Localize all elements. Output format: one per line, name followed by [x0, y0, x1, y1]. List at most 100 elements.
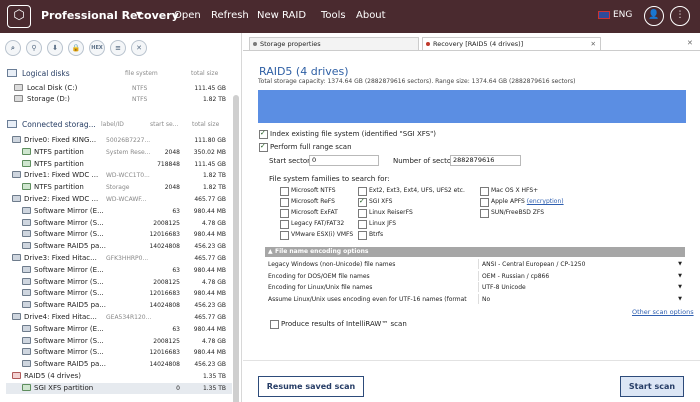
storage-row[interactable]: Software Mirror (S... 12016683 980.44 MB [6, 229, 232, 240]
start-sector: 14024808 [149, 302, 180, 310]
partition-icon [22, 183, 31, 191]
total-size: 980.44 MB [193, 266, 226, 274]
storage-row[interactable]: Software RAID5 pa... 14024808 456.23 GB [6, 359, 232, 370]
storage-row[interactable]: Software Mirror (S... 12016683 980.44 MB [6, 347, 232, 358]
total-size: 980.44 MB [193, 231, 226, 239]
storage-row[interactable]: NTFS partition System Rese... 2048 350.02 M… [6, 147, 232, 158]
start-sector: 2008125 [153, 219, 180, 227]
full-range-scan-checkbox[interactable]: Perform full range scan [259, 142, 352, 152]
language-selector[interactable]: ENG [598, 10, 632, 20]
total-size: 111.80 GB [194, 137, 226, 144]
storage-id: System Rese... [106, 148, 151, 156]
logical-disk-row[interactable]: Storage (D:) NTFS 1.82 TB [6, 94, 232, 105]
list-icon[interactable]: ≡ [110, 40, 126, 56]
scan-icon[interactable]: ⌕ [5, 40, 21, 56]
encoding-select[interactable]: No ▼ [478, 293, 685, 304]
fs-family-checkbox[interactable]: Microsoft ExFAT [280, 209, 338, 218]
encoding-options-header[interactable]: ▲ File name encoding options [265, 247, 685, 257]
storage-row[interactable]: NTFS partition 718848 111.45 GB [6, 159, 232, 170]
storage-row[interactable]: Software Mirror (E... 63 980.44 MB [6, 265, 232, 276]
encoding-select[interactable]: UTF-8 Unicode ▼ [478, 282, 685, 292]
fs-family-checkbox[interactable]: Microsoft NTFS [280, 187, 336, 196]
fs-family-label: Btrfs [369, 231, 384, 238]
storage-row[interactable]: Software Mirror (S... 12016683 980.44 MB [6, 288, 232, 299]
total-size: 1.35 TB [202, 373, 226, 380]
index-file-system-checkbox[interactable]: Index existing file system (identified "… [259, 129, 436, 139]
storage-row[interactable]: Software Mirror (E... 63 980.44 MB [6, 206, 232, 217]
number-of-sectors-input[interactable]: 2882879616 [450, 155, 521, 166]
storage-name: Software Mirror (E... [34, 324, 104, 333]
connected-storage-title: Connected storag... [22, 120, 96, 129]
storage-row[interactable]: Drive1: Fixed WDC ... WD-WCC1T0... 1.82 TB [6, 170, 232, 181]
total-size: 1.82 TB [202, 172, 226, 180]
encoding-option-label: Encoding for Linux/Unix file names [268, 284, 373, 291]
encoding-select[interactable]: ANSI - Central European / CP-1250 ▼ [478, 259, 685, 269]
mirror-icon [22, 218, 31, 226]
mirror-icon [22, 348, 31, 356]
mirror-icon [22, 289, 31, 297]
storage-row[interactable]: Drive2: Fixed WDC ... WD-WCAWF... 465.77 G… [6, 194, 232, 205]
tree-scrollbar[interactable] [233, 95, 239, 402]
menu-new-raid[interactable]: New RAID [257, 10, 306, 21]
menu-refresh[interactable]: Refresh [211, 10, 249, 21]
resume-saved-scan-button[interactable]: Resume saved scan [258, 376, 364, 397]
flag-icon [598, 10, 610, 19]
search-icon[interactable]: ⚲ [26, 40, 42, 56]
fs-family-checkbox[interactable]: Apple APFS (encryption) [480, 198, 564, 207]
storage-row[interactable]: Software RAID5 pa... 14024808 456.23 GB [6, 300, 232, 311]
storage-row[interactable]: Drive0: Fixed KING... 50026B7227... 111.80… [6, 135, 232, 146]
encoding-select[interactable]: OEM - Russian / cp866 ▼ [478, 270, 685, 281]
storage-row[interactable]: Software Mirror (E... 63 980.44 MB [6, 324, 232, 335]
storage-row[interactable]: Software Mirror (S... 2008125 4.78 GB [6, 218, 232, 229]
storage-row[interactable]: Software RAID5 pa... 14024808 456.23 GB [6, 241, 232, 252]
encryption-link[interactable]: (encryption) [527, 198, 564, 205]
hex-icon[interactable]: HEX [89, 40, 105, 56]
storage-row[interactable]: Software Mirror (S... 2008125 4.78 GB [6, 277, 232, 288]
fs-family-checkbox[interactable]: Ext2, Ext3, Ext4, UFS, UFS2 etc. [358, 187, 465, 196]
storage-row[interactable]: SGI XFS partition 0 1.35 TB [6, 382, 232, 394]
storage-row[interactable]: NTFS partition Storage 2048 1.82 TB [6, 182, 232, 193]
tab-storage-properties[interactable]: Storage properties [249, 37, 419, 50]
tab-recovery[interactable]: Recovery [RAID5 (4 drives)] ✕ [422, 37, 601, 50]
user-icon[interactable]: 👤 [644, 6, 664, 26]
storage-row[interactable]: RAID5 (4 drives) 1.35 TB [6, 371, 232, 382]
start-sector-input[interactable]: 0 [309, 155, 379, 166]
logical-disk-row[interactable]: Local Disk (C:) NTFS 111.45 GB [6, 83, 232, 94]
total-size: 980.44 MB [193, 207, 226, 215]
storage-row[interactable]: Drive4: Fixed Hitac... GEA534R120... 465.7… [6, 312, 232, 323]
fs-family-checkbox[interactable]: Legacy FAT/FAT32 [280, 220, 344, 229]
close-icon[interactable]: ✕ [687, 39, 693, 47]
storage-row[interactable]: Drive3: Fixed Hitac... GFK3HHRP0... 465.77… [6, 253, 232, 264]
storage-row[interactable]: Software Mirror (S... 2008125 4.78 GB [6, 336, 232, 347]
fs-family-checkbox[interactable]: SUN/FreeBSD ZFS [480, 209, 544, 218]
menu-open[interactable]: Open [174, 10, 201, 21]
families-label: File system families to search for: [269, 174, 390, 183]
mirror-icon [22, 242, 31, 250]
storage-name: Drive4: Fixed Hitac... [24, 313, 97, 321]
menu-tools[interactable]: Tools [321, 10, 346, 21]
more-icon[interactable]: ⋮ [670, 6, 690, 26]
encoding-value: No [482, 295, 491, 303]
fs-family-checkbox[interactable]: Linux ReiserFS [358, 209, 413, 218]
intelliraw-checkbox[interactable]: Produce results of IntelliRAW™ scan [270, 320, 407, 329]
close-tab-icon[interactable]: ✕ [591, 38, 596, 50]
other-scan-options-link[interactable]: Other scan options [632, 308, 694, 316]
fs-family-checkbox[interactable]: Microsoft ReFS [280, 198, 335, 207]
fs-family-checkbox[interactable]: Mac OS X HFS+ [480, 187, 538, 196]
app-menu-caret[interactable]: ▼ [136, 10, 142, 19]
fs-family-checkbox[interactable]: Btrfs [358, 231, 384, 240]
fs-family-checkbox[interactable]: VMware ESX(i) VMFS [280, 231, 353, 240]
raid-icon [12, 372, 21, 379]
save-icon[interactable]: ⬇ [47, 40, 63, 56]
total-size: 1.82 TB [202, 184, 226, 192]
total-size: 4.78 GB [201, 278, 226, 286]
fs-family-checkbox[interactable]: SGI XFS [358, 197, 392, 207]
fs-family-checkbox[interactable]: Linux JFS [358, 220, 396, 229]
menu-about[interactable]: About [356, 10, 386, 21]
fs-family-label: Linux JFS [369, 220, 396, 227]
lock-icon[interactable]: 🔒 [68, 40, 84, 56]
start-scan-button[interactable]: Start scan [620, 376, 684, 397]
encoding-value: UTF-8 Unicode [482, 284, 526, 291]
cancel-icon[interactable]: ✕ [131, 40, 147, 56]
column-total-size: total size [191, 70, 219, 77]
